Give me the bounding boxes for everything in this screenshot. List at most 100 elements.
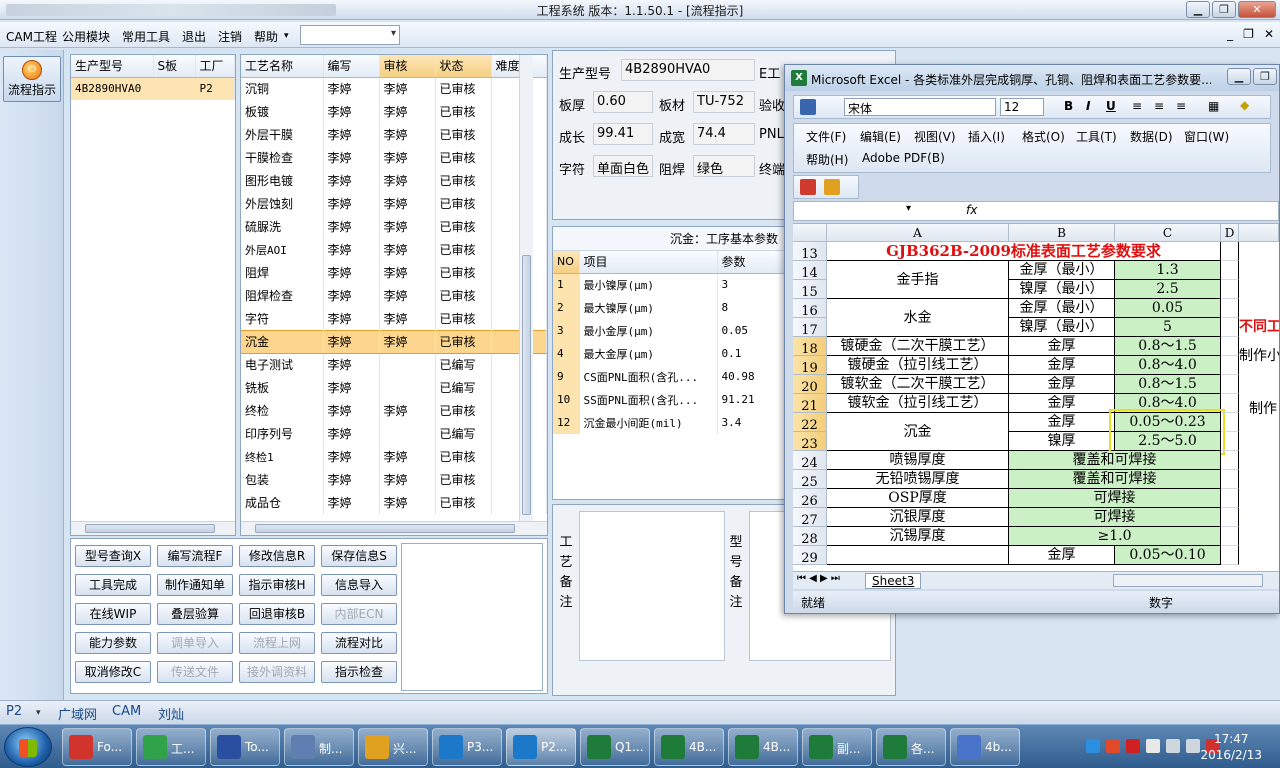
taskbar-item[interactable]: P2... bbox=[506, 728, 576, 766]
pdf-icon[interactable] bbox=[800, 179, 816, 195]
clock[interactable]: 17:47 2016/2/13 bbox=[1200, 731, 1262, 763]
action-button-0[interactable]: 型号查询X bbox=[75, 545, 151, 567]
mdi-restore-icon[interactable]: ❐ bbox=[1243, 27, 1254, 41]
table-row[interactable]: 成品仓 李婷 李婷 已审核 bbox=[241, 491, 547, 514]
chevron-down-icon[interactable]: ▾ bbox=[36, 708, 41, 718]
sheet-cell[interactable]: 无铅喷锡厚度 bbox=[827, 470, 1009, 489]
sheet-cell[interactable] bbox=[1221, 432, 1239, 451]
sheet-cell[interactable] bbox=[1221, 261, 1239, 280]
sheet-cell[interactable]: 制作小 bbox=[1239, 347, 1279, 366]
excel-minimize-button[interactable]: ▁ bbox=[1227, 68, 1251, 85]
row-header[interactable]: 18 bbox=[793, 337, 827, 357]
sheet-cell[interactable]: 5 bbox=[1115, 318, 1221, 337]
excel-menu2-1[interactable]: Adobe PDF(B) bbox=[862, 151, 945, 165]
table-row[interactable]: 沉金 李婷 李婷 已审核 bbox=[241, 329, 547, 354]
sheet-hscroll[interactable] bbox=[1113, 574, 1263, 587]
sheet-cell[interactable]: 金厚 bbox=[1009, 546, 1115, 565]
col-writer[interactable]: 编写 bbox=[323, 55, 380, 78]
excel-maximize-button[interactable]: ❐ bbox=[1253, 68, 1277, 85]
sheet-cell[interactable]: 镀硬金（拉引线工艺） bbox=[827, 356, 1009, 375]
sheet-cell[interactable] bbox=[1221, 299, 1239, 318]
action-button-7[interactable]: 信息导入 bbox=[321, 574, 397, 596]
taskbar-item[interactable]: 4B... bbox=[728, 728, 798, 766]
table-row[interactable]: 干膜检查 李婷 李婷 已审核 bbox=[241, 146, 547, 169]
action-button-3[interactable]: 保存信息S bbox=[321, 545, 397, 567]
width-field[interactable]: 74.4 bbox=[693, 123, 755, 145]
row-header[interactable]: 28 bbox=[793, 527, 827, 547]
excel-menu-0[interactable]: 文件(F) bbox=[806, 128, 846, 145]
taskbar-item[interactable]: 兴... bbox=[358, 728, 428, 766]
network-icon[interactable] bbox=[1166, 739, 1180, 753]
taskbar-item[interactable]: Fo... bbox=[62, 728, 132, 766]
sheet-cell[interactable]: 镍厚（最小） bbox=[1009, 280, 1115, 299]
action-button-18[interactable]: 接外调资料 bbox=[239, 661, 315, 683]
mdi-minimize-icon[interactable]: _ bbox=[1227, 27, 1233, 41]
table-row[interactable]: 图形电镀 李婷 李婷 已审核 bbox=[241, 169, 547, 192]
flow-indication-button[interactable]: ⏻ 流程指示 bbox=[3, 56, 61, 102]
sheet-cell[interactable]: 可焊接 bbox=[1009, 489, 1221, 508]
chevron-down-icon[interactable]: ▾ bbox=[284, 31, 289, 41]
factory-status[interactable]: P2 bbox=[6, 704, 22, 719]
tray-icon-2[interactable] bbox=[1106, 739, 1120, 753]
menu-cam[interactable]: CAM工程 bbox=[6, 28, 57, 45]
soldermask-field[interactable]: 绿色 bbox=[693, 155, 755, 177]
row-header[interactable]: 13 bbox=[793, 242, 827, 262]
table-row[interactable]: 外层AOI 李婷 李婷 已审核 bbox=[241, 238, 547, 261]
sheet-cell[interactable]: 金厚 bbox=[1009, 375, 1115, 394]
col-no[interactable]: NO bbox=[553, 251, 580, 274]
formula-bar[interactable]: ▾ fx bbox=[793, 201, 1279, 221]
column-header[interactable] bbox=[1239, 224, 1279, 242]
sheet-cell[interactable]: 1.3 bbox=[1115, 261, 1221, 280]
excel-menu-6[interactable]: 数据(D) bbox=[1130, 128, 1173, 145]
action-button-17[interactable]: 传送文件 bbox=[157, 661, 233, 683]
sheet-cell[interactable]: 0.8～1.5 bbox=[1115, 337, 1221, 356]
sheet-cell[interactable]: 金厚 bbox=[1009, 413, 1115, 432]
col-reviewer[interactable]: 审核 bbox=[379, 55, 436, 78]
col-item[interactable]: 项目 bbox=[579, 251, 718, 274]
menu-tools[interactable]: 常用工具 bbox=[122, 28, 170, 45]
row-header[interactable]: 26 bbox=[793, 489, 827, 509]
model-field[interactable]: 4B2890HVA0 bbox=[621, 59, 755, 81]
row-header[interactable]: 23 bbox=[793, 432, 827, 452]
taskbar-item[interactable]: To... bbox=[210, 728, 280, 766]
sheet-cell[interactable] bbox=[1221, 242, 1239, 261]
table-row[interactable]: 外层干膜 李婷 李婷 已审核 bbox=[241, 123, 547, 146]
minimize-button[interactable]: ▁ bbox=[1186, 1, 1210, 18]
excel-menu-1[interactable]: 编辑(E) bbox=[860, 128, 901, 145]
mdi-close-icon[interactable]: ✕ bbox=[1264, 27, 1274, 41]
action-button-2[interactable]: 修改信息R bbox=[239, 545, 315, 567]
sheet-cell[interactable] bbox=[1221, 451, 1239, 470]
sheet-cell[interactable]: 金厚 bbox=[1009, 394, 1115, 413]
process-hscroll[interactable] bbox=[241, 521, 547, 535]
underline-icon[interactable]: U bbox=[1106, 99, 1116, 113]
taskbar-item[interactable]: 4b... bbox=[950, 728, 1020, 766]
excel-menu-3[interactable]: 插入(I) bbox=[968, 128, 1005, 145]
length-field[interactable]: 99.41 bbox=[593, 123, 653, 145]
sheet-cell[interactable]: 0.8～1.5 bbox=[1115, 375, 1221, 394]
row-header[interactable]: 21 bbox=[793, 394, 827, 414]
action-button-4[interactable]: 工具完成 bbox=[75, 574, 151, 596]
col-s-board[interactable]: S板 bbox=[153, 55, 196, 78]
start-button[interactable] bbox=[4, 727, 52, 767]
thickness-field[interactable]: 0.60 bbox=[593, 91, 653, 113]
tray-icon-3[interactable] bbox=[1126, 739, 1140, 753]
bold-icon[interactable]: B bbox=[1064, 99, 1073, 113]
font-size-select[interactable]: 12 bbox=[1000, 98, 1044, 116]
excel-menu-5[interactable]: 工具(T) bbox=[1076, 128, 1117, 145]
row-header[interactable]: 24 bbox=[793, 451, 827, 471]
row-header[interactable]: 29 bbox=[793, 546, 827, 566]
menu-logout[interactable]: 注销 bbox=[218, 28, 242, 45]
table-row[interactable]: 字符 李婷 李婷 已审核 bbox=[241, 307, 547, 330]
action-button-16[interactable]: 取消修改C bbox=[75, 661, 151, 683]
table-row[interactable]: 电子测试 李婷 已编写 bbox=[241, 353, 547, 376]
excel-menu2-0[interactable]: 帮助(H) bbox=[806, 151, 848, 168]
material-field[interactable]: TU-752 bbox=[693, 91, 755, 113]
row-header[interactable]: 19 bbox=[793, 356, 827, 376]
taskbar-item[interactable]: 4B... bbox=[654, 728, 724, 766]
action-button-1[interactable]: 编写流程F bbox=[157, 545, 233, 567]
action-button-15[interactable]: 流程对比 bbox=[321, 632, 397, 654]
row-header[interactable]: 14 bbox=[793, 261, 827, 281]
table-row[interactable]: 沉铜 李婷 李婷 已审核 bbox=[241, 77, 547, 100]
borders-icon[interactable]: ▦ bbox=[1208, 99, 1219, 113]
sheet-cell[interactable]: 覆盖和可焊接 bbox=[1009, 470, 1221, 489]
